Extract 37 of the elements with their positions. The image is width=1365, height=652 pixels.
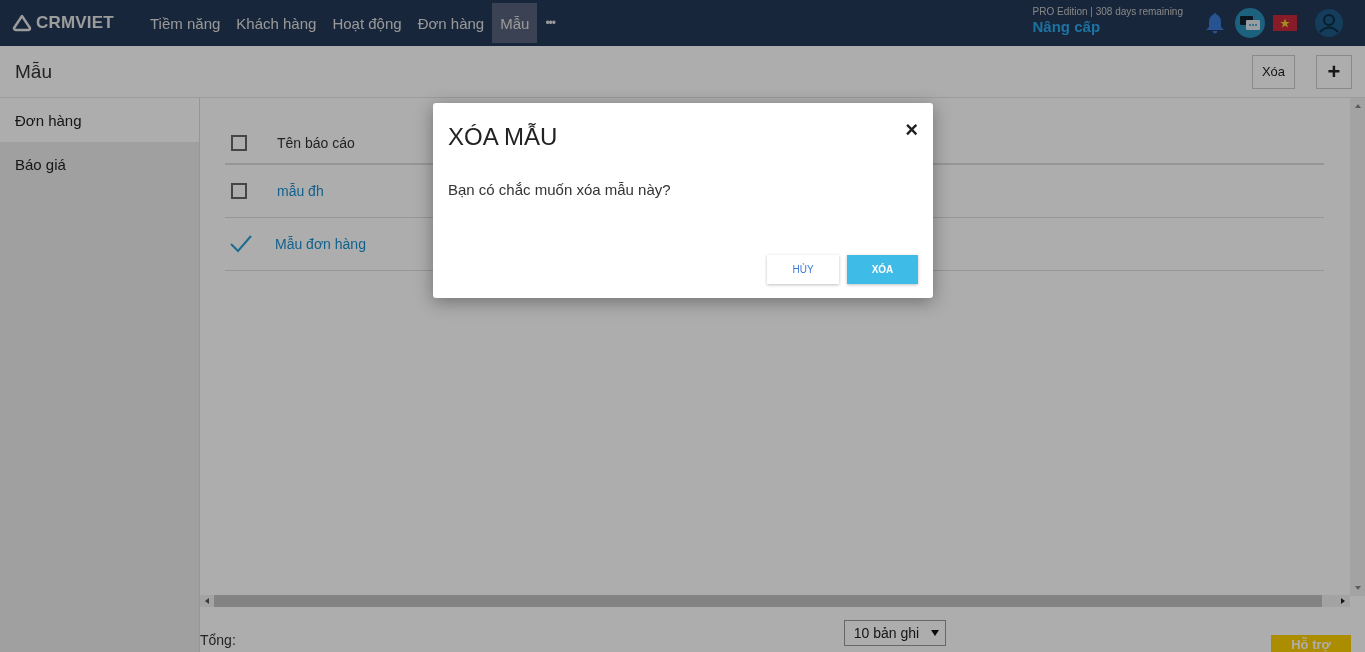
delete-button[interactable]: Xóa: [1252, 54, 1295, 89]
scroll-down-icon[interactable]: [1354, 585, 1361, 591]
total-label: Tổng:: [200, 631, 236, 648]
cancel-button[interactable]: HỦY: [767, 255, 839, 284]
brand-name: CRMVIET: [36, 13, 114, 33]
checkbox[interactable]: [231, 183, 247, 199]
report-name-link[interactable]: mẫu đh: [277, 183, 324, 199]
logo-icon: [12, 14, 32, 32]
nav-tab[interactable]: Hoạt động: [324, 3, 410, 43]
caret-icon: [930, 629, 939, 636]
scroll-up-icon[interactable]: [1354, 103, 1361, 109]
checkbox[interactable]: [231, 135, 247, 151]
nav-tab[interactable]: Mẫu: [492, 3, 538, 43]
user-avatar-icon[interactable]: [1315, 9, 1343, 37]
horizontal-scrollbar[interactable]: [200, 595, 1350, 607]
nav-tab[interactable]: Tiềm năng: [142, 3, 229, 43]
vertical-scrollbar[interactable]: [1350, 98, 1365, 596]
dialog-title: XÓA MẪU: [448, 123, 558, 151]
column-header: Tên báo cáo: [277, 135, 355, 151]
close-button[interactable]: ×: [905, 121, 918, 139]
bell-icon[interactable]: [1205, 12, 1225, 34]
more-menu[interactable]: •••: [537, 3, 563, 43]
nav-tab[interactable]: Đơn hàng: [409, 3, 493, 43]
upgrade-link[interactable]: Nâng cấp: [1032, 17, 1183, 35]
dialog-message: Bạn có chắc muốn xóa mẫu này?: [448, 181, 672, 198]
scroll-left-icon[interactable]: [204, 598, 210, 604]
chat-icon[interactable]: [1235, 8, 1265, 38]
sidebar-item[interactable]: Đơn hàng: [0, 98, 199, 142]
page-size-select[interactable]: 10 bản ghi: [843, 619, 946, 646]
scroll-right-icon[interactable]: [1340, 598, 1346, 604]
nav-tab[interactable]: Khách hàng: [228, 3, 325, 43]
edition-info: PRO Edition | 308 days remaining: [1032, 5, 1183, 17]
add-button[interactable]: +: [1316, 54, 1352, 89]
report-name-link[interactable]: Mẫu đơn hàng: [275, 236, 366, 252]
flag-icon[interactable]: [1273, 15, 1297, 31]
page-title: Mẫu: [15, 60, 52, 83]
checkmark-icon[interactable]: [229, 234, 253, 254]
